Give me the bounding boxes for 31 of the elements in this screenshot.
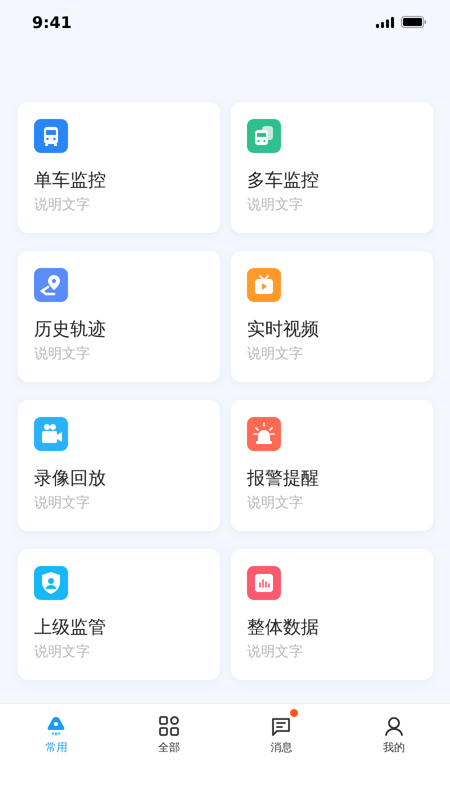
- card-subtitle: 说明文字: [247, 643, 304, 661]
- grid-icon: [156, 714, 181, 738]
- tab[interactable]: 全部: [112, 706, 225, 755]
- card-title: 多车监控: [247, 169, 320, 193]
- feature-card[interactable]: 多车监控 说明文字: [231, 102, 433, 233]
- card-title: 历史轨迹: [34, 318, 107, 342]
- card-title: 单车监控: [34, 169, 107, 193]
- feature-card[interactable]: 单车监控 说明文字: [18, 102, 220, 233]
- card-subtitle: 说明文字: [247, 494, 304, 512]
- card-subtitle: 说明文字: [247, 345, 304, 363]
- tab[interactable]: 消息: [225, 706, 338, 755]
- card-title: 实时视频: [247, 318, 320, 342]
- signal-icon: [376, 16, 395, 28]
- card-title: 整体数据: [247, 616, 320, 640]
- feature-card[interactable]: 历史轨迹 说明文字: [18, 251, 220, 382]
- card-title: 报警提醒: [247, 467, 320, 491]
- feature-card[interactable]: 实时视频 说明文字: [231, 251, 433, 382]
- card-subtitle: 说明文字: [34, 345, 91, 363]
- card-title: 上级监管: [34, 616, 107, 640]
- card-subtitle: 说明文字: [247, 196, 304, 214]
- feature-card[interactable]: 报警提醒 说明文字: [231, 400, 433, 531]
- tab[interactable]: 我的: [338, 706, 450, 755]
- status-time: 9:41: [32, 12, 72, 32]
- feature-card[interactable]: 录像回放 说明文字: [18, 400, 220, 531]
- battery-icon: [401, 16, 427, 28]
- card-title: 录像回放: [34, 467, 107, 491]
- feature-card[interactable]: 整体数据 说明文字: [231, 549, 433, 680]
- card-subtitle: 说明文字: [34, 196, 91, 214]
- card-subtitle: 说明文字: [34, 494, 91, 512]
- feature-card[interactable]: 上级监管 说明文字: [18, 549, 220, 680]
- card-subtitle: 说明文字: [34, 643, 91, 661]
